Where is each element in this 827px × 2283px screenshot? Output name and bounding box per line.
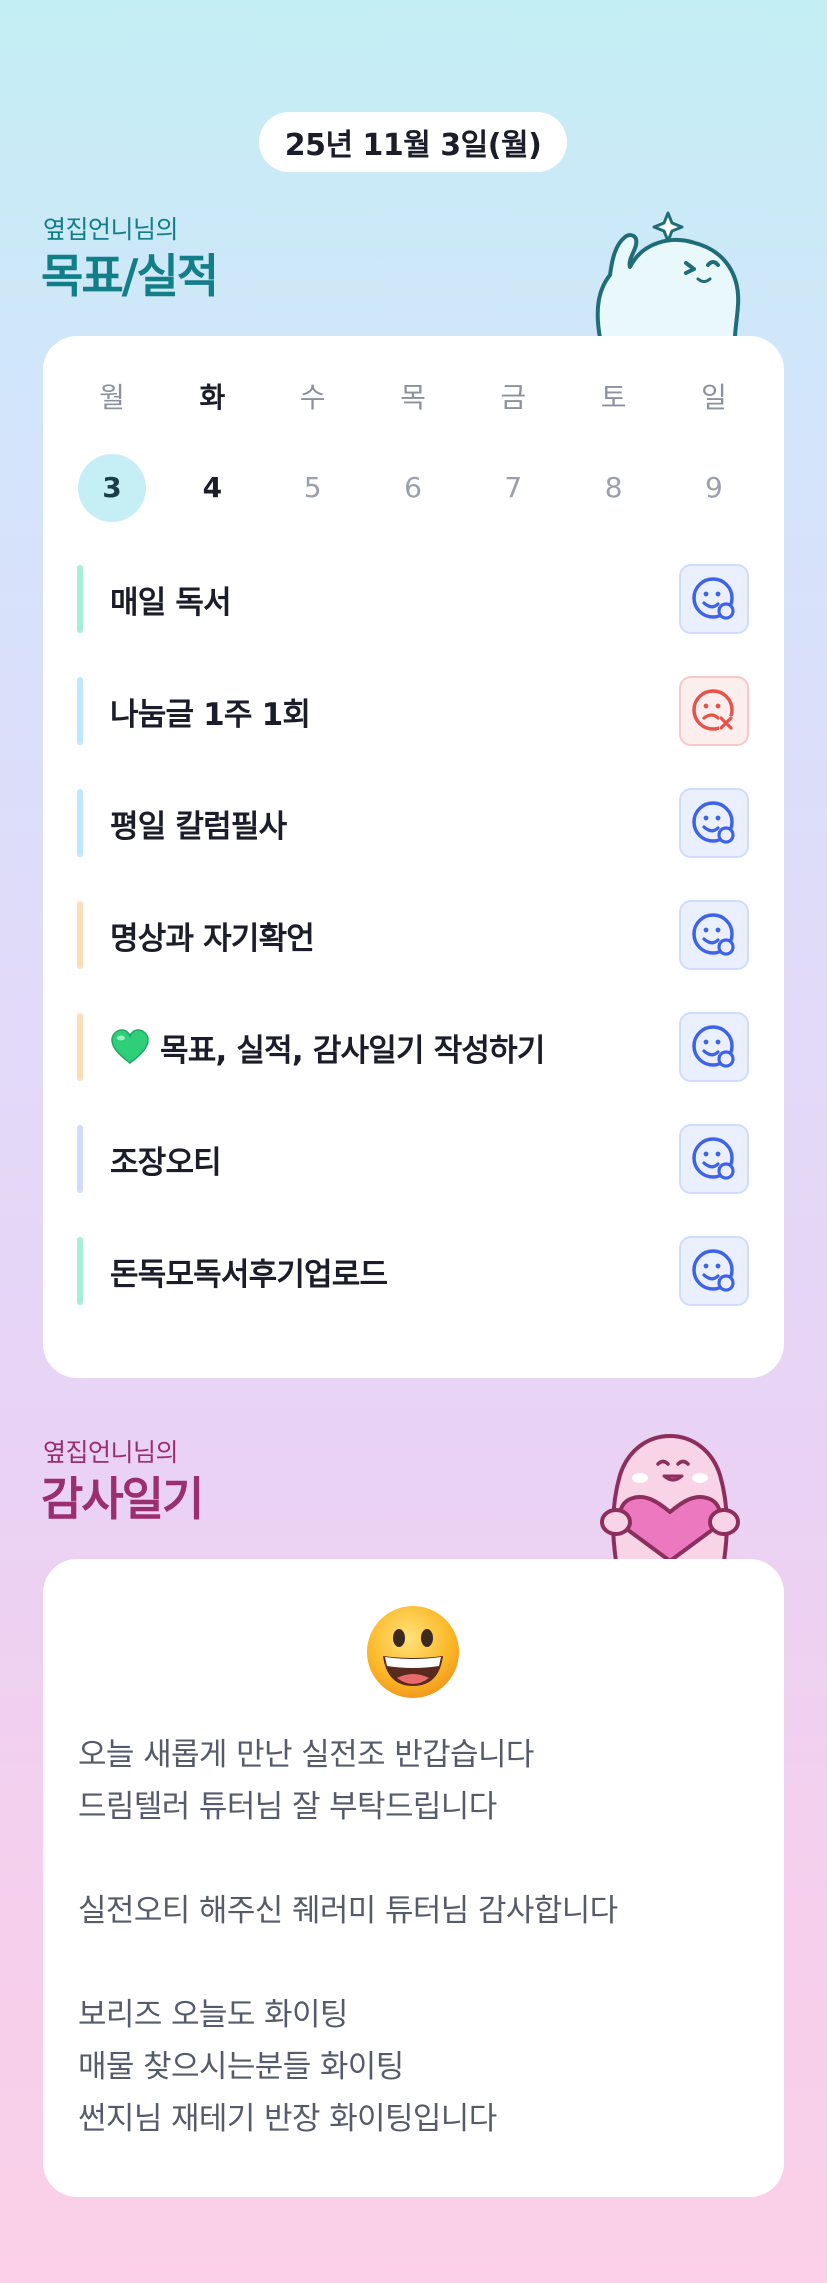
day-name: 수 xyxy=(299,381,326,414)
green-heart-icon xyxy=(111,1029,149,1064)
gratitude-line: 보리즈 오늘도 화이팅 xyxy=(78,1997,348,2033)
sad-x-icon xyxy=(692,689,734,731)
date-pill[interactable]: 25년 11월 3일(월) xyxy=(259,112,567,172)
smile-check-icon xyxy=(692,1025,735,1068)
gratitude-line: 오늘 새롭게 만난 실전조 반갑습니다 xyxy=(78,1737,534,1773)
day-name: 화 xyxy=(199,381,226,414)
smile-check-icon xyxy=(692,577,735,620)
goal-item: 조장오티 xyxy=(77,1124,749,1194)
gratitude-line xyxy=(78,1833,758,1885)
goal-status-button[interactable] xyxy=(679,676,749,746)
goal-item: 매일 독서 xyxy=(77,564,749,634)
day-tue[interactable]: 화 4 xyxy=(177,380,247,522)
heart-mascot-icon xyxy=(600,1434,740,1561)
day-name: 목 xyxy=(400,381,426,414)
goals-title: 목표/실적 xyxy=(41,249,219,303)
date-label: 25년 11월 3일(월) xyxy=(284,128,542,163)
gratitude-line: 썬지님 재테기 반장 화이팅입니다 xyxy=(78,2101,497,2137)
day-number-today: 3 xyxy=(78,454,146,522)
goal-status-button[interactable] xyxy=(679,1012,749,1082)
goal-color-bar xyxy=(77,565,83,633)
goals-card: 월 3 화 4 수 5 목 6 금 7 토 8 일 9 매일 독서 나눔글 1주… xyxy=(43,336,784,1378)
goal-status-button[interactable] xyxy=(679,1124,749,1194)
day-sat[interactable]: 토 8 xyxy=(579,380,649,522)
day-name: 월 xyxy=(99,381,125,414)
goal-label: 돈독모독서후기업로드 xyxy=(110,1256,388,1293)
gratitude-text: 오늘 새롭게 만난 실전조 반갑습니다 드림텔러 튜터님 잘 부탁드립니다 실전… xyxy=(78,1729,758,2145)
goal-label: 명상과 자기확언 xyxy=(110,920,315,957)
day-number: 4 xyxy=(202,471,223,504)
day-name: 금 xyxy=(500,381,527,414)
day-sun[interactable]: 일 9 xyxy=(679,380,749,522)
smile-check-icon xyxy=(692,801,735,844)
goal-color-bar xyxy=(77,1125,83,1193)
day-number: 6 xyxy=(404,471,422,504)
goal-item: 목표, 실적, 감사일기 작성하기 xyxy=(77,1012,749,1082)
goal-color-bar xyxy=(77,901,83,969)
gratitude-line xyxy=(78,1937,758,1989)
day-mon[interactable]: 월 3 xyxy=(77,380,147,522)
grinning-face-icon xyxy=(367,1606,459,1698)
goal-label: 목표, 실적, 감사일기 작성하기 xyxy=(160,1032,545,1069)
gratitude-title: 감사일기 xyxy=(41,1472,204,1526)
goal-label: 조장오티 xyxy=(110,1144,222,1181)
day-fri[interactable]: 금 7 xyxy=(478,380,548,522)
goal-color-bar xyxy=(77,789,83,857)
smile-check-icon xyxy=(692,1137,735,1180)
day-name: 일 xyxy=(701,381,727,414)
goal-color-bar xyxy=(77,1237,83,1305)
goal-color-bar xyxy=(77,1013,83,1081)
day-number: 7 xyxy=(504,471,523,504)
day-number: 8 xyxy=(604,471,623,504)
smile-check-icon xyxy=(692,1249,735,1292)
day-name: 토 xyxy=(600,381,627,414)
gratitude-line: 매물 찾으시는분들 화이팅 xyxy=(78,2049,404,2085)
cloud-mascot-icon xyxy=(595,211,741,338)
goal-item: 명상과 자기확언 xyxy=(77,900,749,970)
day-number: 5 xyxy=(303,471,322,504)
goal-item: 평일 칼럼필사 xyxy=(77,788,749,858)
goal-color-bar xyxy=(77,677,83,745)
goal-status-button[interactable] xyxy=(679,1236,749,1306)
week-selector: 월 3 화 4 수 5 목 6 금 7 토 8 일 9 xyxy=(77,380,749,522)
smile-check-icon xyxy=(692,913,735,956)
goal-item: 나눔글 1주 1회 xyxy=(77,676,749,746)
goal-status-button[interactable] xyxy=(679,564,749,634)
day-thu[interactable]: 목 6 xyxy=(378,380,448,522)
day-number: 9 xyxy=(705,471,723,504)
goal-item: 돈독모독서후기업로드 xyxy=(77,1236,749,1306)
goal-status-button[interactable] xyxy=(679,788,749,858)
goal-label: 나눔글 1주 1회 xyxy=(110,696,311,733)
goal-status-button[interactable] xyxy=(679,900,749,970)
gratitude-line: 실전오티 해주신 줴러미 튜터님 감사합니다 xyxy=(78,1893,618,1929)
goal-label: 평일 칼럼필사 xyxy=(110,808,287,845)
goal-label: 매일 독서 xyxy=(110,584,232,621)
gratitude-line: 드림텔러 튜터님 잘 부탁드립니다 xyxy=(78,1789,497,1825)
gratitude-card: 오늘 새롭게 만난 실전조 반갑습니다 드림텔러 튜터님 잘 부탁드립니다 실전… xyxy=(43,1559,784,2197)
day-wed[interactable]: 수 5 xyxy=(278,380,348,522)
